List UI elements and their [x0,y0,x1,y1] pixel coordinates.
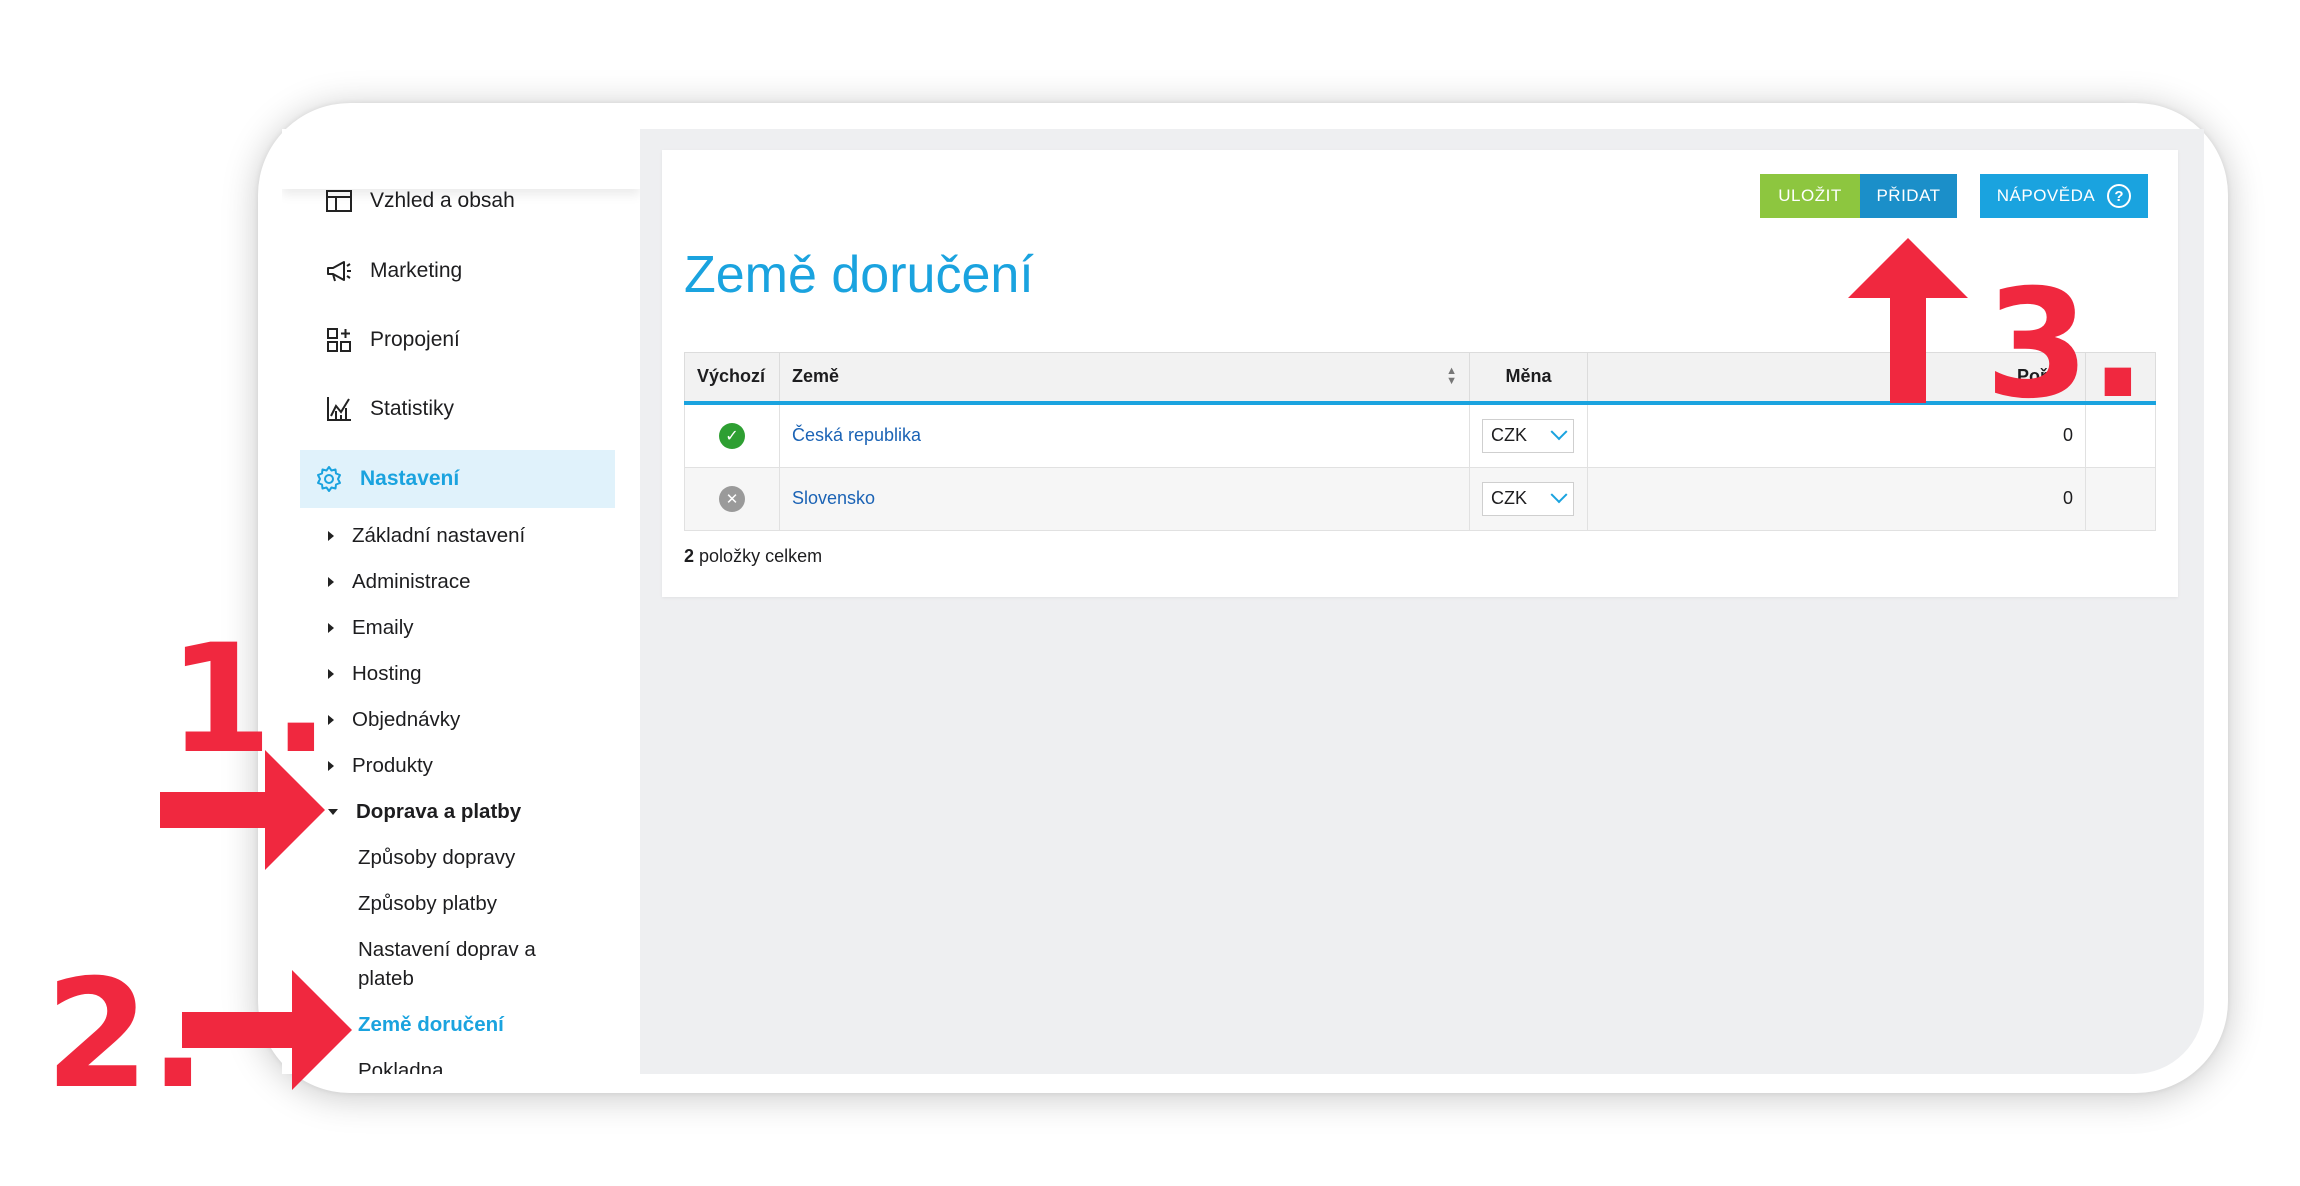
help-icon: ? [2107,184,2132,208]
items-count: 2 položky celkem [684,546,822,567]
help-button-label: NÁPOVĚDA [1996,186,2096,205]
sidebar-item-label: Propojení [370,328,460,351]
step-1-arrow-icon [160,750,325,870]
currency-cell: CZK [1469,402,1588,468]
settings-item-emails[interactable]: Emaily [328,616,414,640]
settings-item-hosting[interactable]: Hosting [328,662,422,686]
currency-cell: CZK [1469,466,1588,531]
settings-item-label: Produkty [352,754,433,777]
sidebar-item-settings[interactable]: Nastavení [300,450,615,508]
caret-down-icon [328,809,338,815]
gear-icon [317,466,341,492]
caret-right-icon [328,531,334,541]
default-cell: ✓ [684,402,780,468]
cross-circle-icon[interactable]: ✕ [719,485,745,512]
shipping-item-settings[interactable]: Nastavení doprav a plateb [358,935,558,993]
items-count-number: 2 [684,546,695,566]
settings-item-products[interactable]: Produkty [328,754,433,778]
layout-icon [326,190,352,212]
column-header-label: Země [792,366,840,387]
country-link[interactable]: Slovensko [792,488,875,508]
megaphone-icon [327,261,351,282]
settings-item-label: Objednávky [352,708,461,731]
default-cell: ✕ [684,466,780,531]
settings-item-label: Základní nastavení [352,524,526,547]
chevron-down-icon [1550,485,1568,503]
currency-select[interactable]: CZK [1482,481,1574,516]
settings-item-label: Emaily [352,616,414,639]
currency-value: CZK [1491,488,1527,508]
table-row: ✕ Slovensko CZK 0 [684,466,2156,531]
settings-item-administration[interactable]: Administrace [328,570,471,594]
shipping-item-checkout[interactable]: Pokladna [358,1056,443,1074]
chevron-down-icon [1550,422,1568,440]
column-header-currency[interactable]: Měna [1469,352,1588,405]
shipping-item-methods[interactable]: Způsoby dopravy [358,843,515,872]
country-cell: Česká republika [779,402,1470,468]
chart-icon [327,397,351,421]
settings-item-label: Administrace [352,570,471,593]
sidebar-item-label: Statistiky [370,397,455,420]
page-title: Země doručení [684,246,1034,304]
country-link[interactable]: Česká republika [792,425,921,445]
sidebar-item-label: Marketing [370,259,463,282]
add-button[interactable]: PŘIDAT [1860,174,1957,218]
column-header-default[interactable]: Výchozí [684,352,780,405]
country-cell: Slovensko [779,466,1470,531]
sidebar-item-integrations[interactable]: Propojení [310,313,610,367]
settings-item-basic[interactable]: Základní nastavení [328,524,525,548]
currency-value: CZK [1491,425,1527,445]
sidebar-item-statistics[interactable]: Statistiky [310,382,610,436]
order-cell: 0 [1587,466,2086,531]
items-count-text: položky celkem [699,546,823,566]
save-button[interactable]: ULOŽIT [1760,174,1860,218]
caret-right-icon [328,577,334,587]
shipping-item-payments[interactable]: Způsoby platby [358,889,497,918]
actions-cell [2085,466,2156,531]
settings-item-label: Doprava a platby [356,800,522,823]
table-row: ✓ Česká republika CZK 0 [684,402,2156,468]
sidebar-item-marketing[interactable]: Marketing [310,244,610,298]
settings-item-orders[interactable]: Objednávky [328,708,460,732]
sidebar-item-label: Vzhled a obsah [370,189,515,212]
sidebar: Vzhled a obsah Marketing Propojení Stati… [282,129,640,1074]
sidebar-item-label: Nastavení [360,467,460,490]
apps-plus-icon [327,328,351,352]
step-2-arrow-icon [182,970,352,1090]
step-3-label: 3. [1985,258,2147,432]
help-button[interactable]: NÁPOVĚDA ? [1980,174,2148,218]
sidebar-top-bar [282,129,640,189]
settings-item-shipping-payments[interactable]: Doprava a platby [328,800,521,824]
shipping-item-countries[interactable]: Země doručení [358,1010,504,1039]
settings-item-label: Hosting [352,662,422,685]
check-circle-icon[interactable]: ✓ [719,422,745,449]
sort-icon[interactable]: ▲ ▼ [1446,366,1457,387]
column-header-country[interactable]: Země ▲ ▼ [779,352,1470,405]
currency-select[interactable]: CZK [1482,418,1574,453]
step-3-arrow-icon [1848,238,1968,403]
